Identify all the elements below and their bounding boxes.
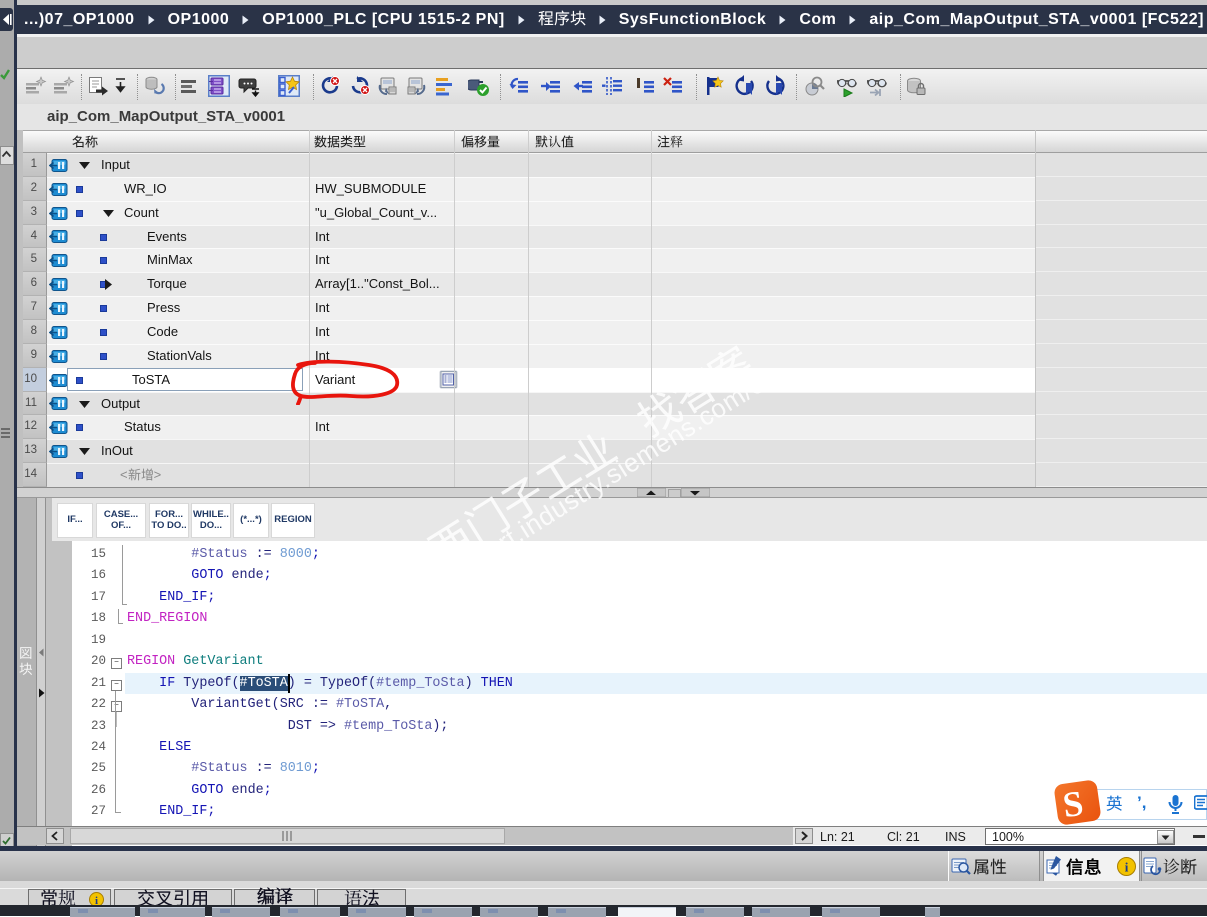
svg-text:i: i xyxy=(1125,860,1129,875)
